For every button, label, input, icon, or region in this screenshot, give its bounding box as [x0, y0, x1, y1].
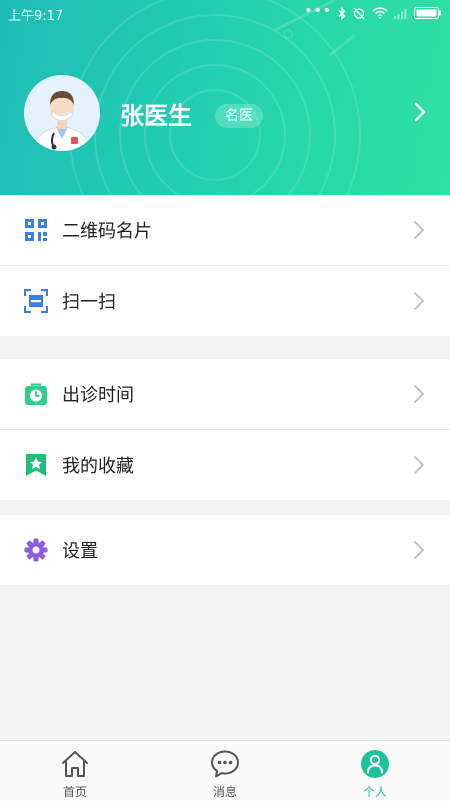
- tab-home[interactable]: 首页: [0, 741, 150, 801]
- status-icons: •••: [304, 4, 442, 22]
- menu-group-card: 二维码名片 扫一扫: [0, 195, 450, 336]
- bottom-tab-bar: 首页 消息 个人: [0, 740, 450, 801]
- menu-item-label: 二维码名片: [62, 221, 152, 242]
- menu-group-schedule: 出诊时间 我的收藏: [0, 359, 450, 500]
- status-bar: 上午9:17 •••: [0, 0, 450, 26]
- tab-label: 个人: [362, 785, 387, 799]
- wifi-icon: [372, 7, 388, 19]
- alarm-off-icon: [353, 7, 365, 20]
- status-time: 上午9:17: [8, 9, 64, 24]
- chevron-right-icon: [414, 456, 424, 474]
- doctor-avatar-icon: [24, 75, 100, 151]
- bluetooth-icon: [338, 6, 346, 20]
- favorites-item[interactable]: 我的收藏: [0, 430, 450, 500]
- title-badge: 名医: [215, 104, 263, 128]
- gear-icon: [24, 538, 48, 562]
- avatar[interactable]: [24, 75, 100, 151]
- settings-item[interactable]: 设置: [0, 515, 450, 585]
- chat-bubble-icon: [211, 750, 239, 778]
- qr-code-icon: [25, 219, 47, 241]
- chevron-right-icon[interactable]: [412, 102, 428, 122]
- tab-label: 首页: [62, 785, 87, 799]
- clinic-hours-item[interactable]: 出诊时间: [0, 359, 450, 430]
- more-dots-icon: •••: [304, 3, 332, 19]
- home-icon: [62, 751, 88, 777]
- tab-messages[interactable]: 消息: [150, 741, 300, 801]
- menu-item-label: 扫一扫: [62, 292, 116, 313]
- menu-group-settings: 设置: [0, 515, 450, 585]
- chevron-right-icon: [414, 385, 424, 403]
- tab-profile[interactable]: 个人: [300, 741, 450, 801]
- scan-item[interactable]: 扫一扫: [0, 266, 450, 336]
- chevron-right-icon: [414, 221, 424, 239]
- profile-header[interactable]: 上午9:17 ••• 张医生 名医: [0, 0, 450, 195]
- menu-item-label: 设置: [62, 541, 98, 562]
- clock-briefcase-icon: [25, 383, 47, 405]
- tab-label: 消息: [212, 785, 237, 799]
- scan-icon: [24, 289, 48, 313]
- person-icon: [361, 750, 389, 778]
- chevron-right-icon: [414, 541, 424, 559]
- menu-item-label: 我的收藏: [62, 456, 134, 477]
- qr-card-item[interactable]: 二维码名片: [0, 195, 450, 266]
- signal-icon: [394, 8, 407, 19]
- menu-item-label: 出诊时间: [62, 385, 134, 406]
- battery-icon: [414, 7, 441, 19]
- chevron-right-icon: [414, 292, 424, 310]
- doctor-name: 张医生: [120, 102, 192, 130]
- bookmark-star-icon: [26, 454, 46, 476]
